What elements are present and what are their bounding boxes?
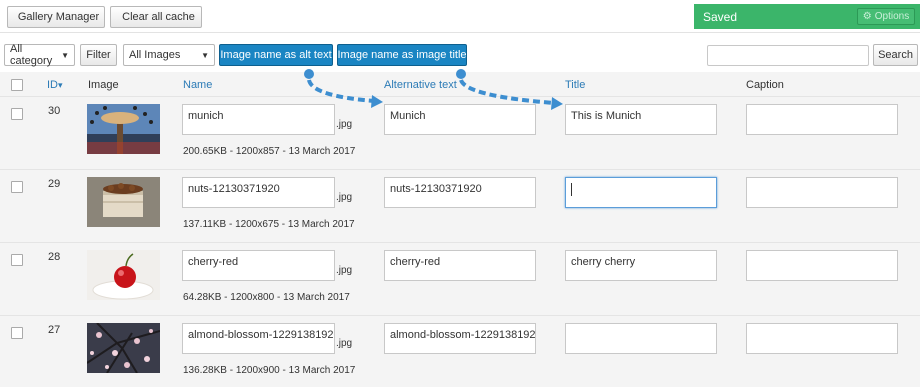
almond-blossom-thumbnail[interactable] [87,323,160,373]
row-checkbox[interactable] [11,108,23,120]
file-meta: 64.28KB - 1200x800 - 13 March 2017 [183,292,350,303]
gallery-manager-button[interactable]: Gallery Manager [7,6,105,28]
cherry-thumbnail[interactable] [87,250,160,300]
chevron-down-icon: ▼ [201,50,209,60]
clear-cache-button[interactable]: Clear all cache [110,6,202,28]
caption-field[interactable] [746,250,898,281]
row-divider [0,315,920,316]
search-button[interactable]: Search [873,44,918,66]
name-field[interactable]: munich [182,104,335,135]
gear-icon: ⚙ [862,11,872,22]
search-input[interactable] [707,45,869,66]
image-title-button[interactable]: Image name as image title [337,44,467,66]
row-checkbox[interactable] [11,254,23,266]
filter-button[interactable]: Filter [80,44,117,66]
column-header-id[interactable]: ID▾ [47,79,63,91]
row-id: 29 [48,178,61,190]
caption-field[interactable] [746,177,898,208]
title-field[interactable] [565,177,717,208]
image-title-button-label: Image name as image title [337,49,467,61]
row-id: 28 [48,251,61,263]
options-button[interactable]: ⚙ Options [857,8,915,25]
nuts-thumbnail[interactable] [87,177,160,227]
header-divider [0,96,920,97]
alt-text-field[interactable]: nuts-12130371920 [384,177,536,208]
search-label: Search [878,49,913,61]
file-meta: 137.11KB - 1200x675 - 13 March 2017 [183,219,355,230]
alt-text-field[interactable]: Munich [384,104,536,135]
saved-text: Saved [703,9,738,24]
column-header-title[interactable]: Title [565,79,585,91]
title-field[interactable] [565,323,717,354]
name-field[interactable]: almond-blossom-12291381920 [182,323,335,354]
toolbar-divider [0,32,920,33]
column-header-name[interactable]: Name [183,79,212,91]
category-select-value: All category [10,43,53,67]
images-select[interactable]: All Images ▼ [123,44,215,66]
file-extension: .jpg [336,265,353,276]
file-extension: .jpg [336,192,353,203]
file-extension: .jpg [336,338,353,349]
column-header-alt[interactable]: Alternative text [384,79,457,91]
images-select-value: All Images [129,49,181,61]
alt-text-field[interactable]: cherry-red [384,250,536,281]
row-divider [0,242,920,243]
name-field[interactable]: cherry-red [182,250,335,281]
chevron-down-icon: ▼ [61,50,69,60]
file-extension: .jpg [336,119,353,130]
row-checkbox[interactable] [11,327,23,339]
alt-text-button[interactable]: Image name as alt text [219,44,333,66]
alt-text-field[interactable]: almond-blossom-12291381920 [384,323,536,354]
select-all-checkbox[interactable] [11,79,23,91]
gallery-manager-label: Gallery Manager [17,11,100,23]
saved-notice: Saved ⚙ Options [694,4,920,29]
clear-cache-label: Clear all cache [122,11,195,23]
caption-field[interactable] [746,104,898,135]
column-header-caption: Caption [746,79,784,91]
munich-thumbnail[interactable] [87,104,160,154]
row-divider [0,169,920,170]
filter-label: Filter [86,49,111,61]
category-select[interactable]: All category ▼ [4,43,75,67]
alt-text-button-label: Image name as alt text [220,49,332,61]
title-field[interactable]: cherry cherry [565,250,717,281]
row-id: 30 [48,105,61,117]
title-field[interactable]: This is Munich [565,104,717,135]
column-header-image: Image [88,79,119,91]
caption-field[interactable] [746,323,898,354]
row-checkbox[interactable] [11,181,23,193]
file-meta: 136.28KB - 1200x900 - 13 March 2017 [183,365,356,376]
text-cursor [571,183,572,196]
sort-down-icon: ▾ [58,80,63,90]
file-meta: 200.65KB - 1200x857 - 13 March 2017 [183,146,356,157]
name-field[interactable]: nuts-12130371920 [182,177,335,208]
options-label: Options [874,11,910,22]
row-id: 27 [48,324,61,336]
